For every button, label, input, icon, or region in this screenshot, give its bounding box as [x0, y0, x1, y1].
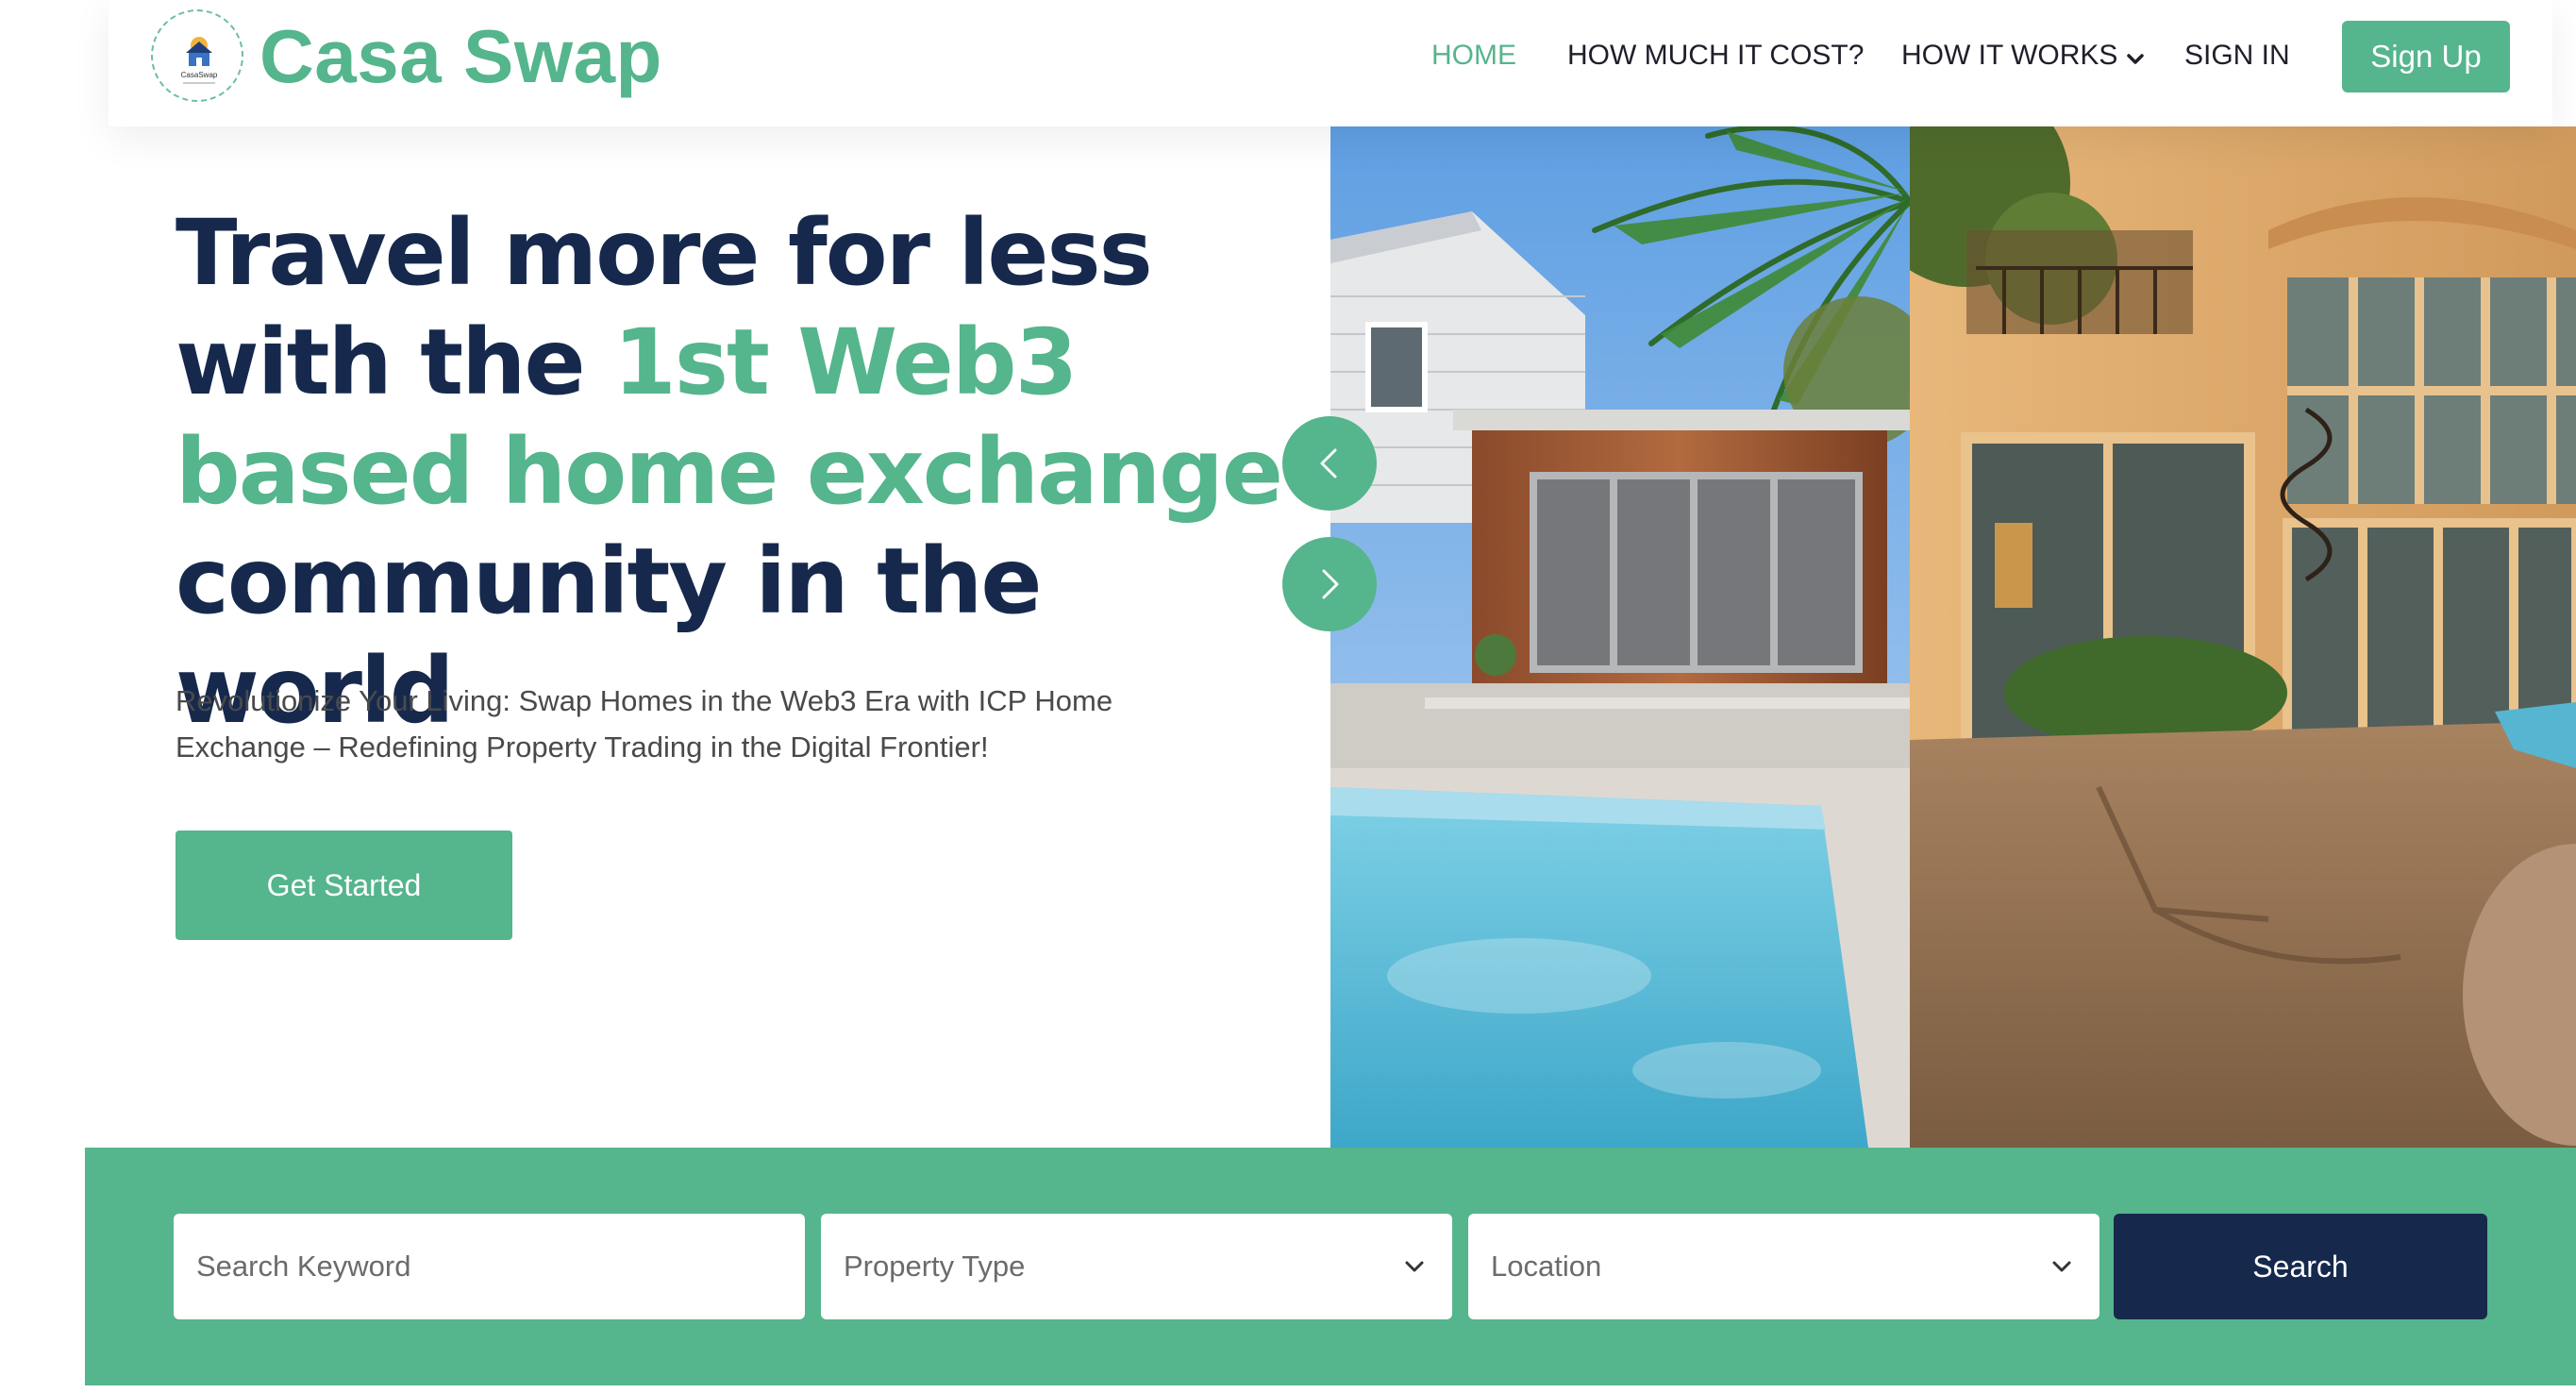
carousel-next-button[interactable]: [1282, 537, 1377, 631]
hero-title-line-2: with the: [176, 310, 614, 415]
nav-sign-in[interactable]: SIGN IN: [2184, 0, 2290, 111]
chevron-down-icon: [2127, 1, 2145, 112]
sign-up-button[interactable]: Sign Up: [2342, 21, 2510, 92]
chevron-right-icon: [1322, 569, 1339, 599]
search-keyword-input[interactable]: [174, 1214, 805, 1319]
logo-caption: CasaSwap: [181, 71, 218, 79]
hero-title-line-1: Travel more for less: [176, 200, 1153, 306]
nav-how-it-works-label: HOW IT WORKS: [1901, 40, 2118, 71]
hero-gallery: [1330, 126, 2576, 1148]
search-button[interactable]: Search: [2114, 1214, 2487, 1319]
logo[interactable]: CasaSwap: [151, 9, 243, 102]
property-type-select[interactable]: Property Type: [821, 1214, 1452, 1319]
hero-title-line-3: based home exchange: [176, 419, 1283, 525]
chevron-left-icon: [1320, 448, 1337, 478]
get-started-button[interactable]: Get Started: [176, 831, 512, 940]
location-value: Location: [1491, 1250, 1602, 1283]
brand-name[interactable]: Casa Swap: [259, 9, 662, 104]
hero-subtitle: Revolutionize Your Living: Swap Homes in…: [176, 684, 1113, 764]
house-photo-pool: [1330, 126, 1910, 1148]
nav-how-it-works[interactable]: HOW IT WORKS: [1901, 0, 2145, 112]
site-header: CasaSwap Casa Swap HOME HOW MUCH IT COST…: [109, 0, 2552, 126]
chevron-down-icon: [1403, 1255, 1426, 1283]
house-logo-icon: CasaSwap: [181, 37, 218, 84]
page: CasaSwap Casa Swap HOME HOW MUCH IT COST…: [0, 0, 2576, 1393]
carousel-prev-button[interactable]: [1282, 416, 1377, 511]
chevron-down-icon: [2050, 1255, 2073, 1283]
hero-title: Travel more for less with the 1st Web3 b…: [176, 198, 1336, 746]
search-bar: Property Type Location Search: [85, 1148, 2576, 1385]
property-type-value: Property Type: [844, 1250, 1026, 1283]
nav-home[interactable]: HOME: [1431, 0, 1516, 111]
nav-how-much-it-cost[interactable]: HOW MUCH IT COST?: [1567, 0, 1864, 111]
house-photo-patio: [1910, 126, 2576, 1148]
hero-title-accent: 1st Web3: [613, 310, 1078, 415]
location-select[interactable]: Location: [1468, 1214, 2099, 1319]
